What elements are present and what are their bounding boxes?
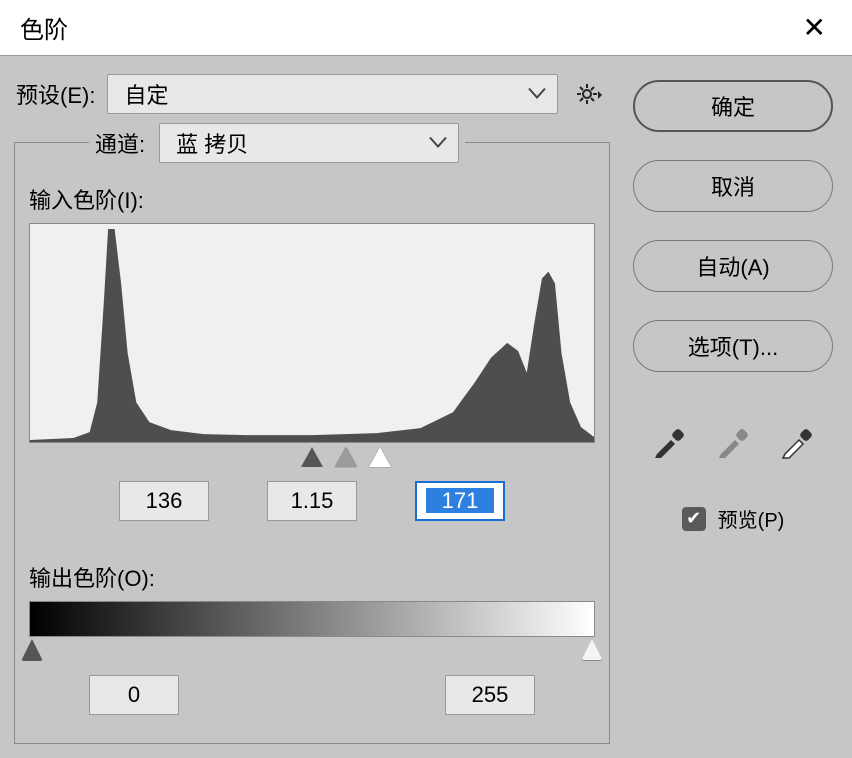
output-black-field[interactable] (89, 675, 179, 715)
preview-checkbox[interactable]: ✔ (682, 507, 706, 531)
titlebar: 色阶 ✕ (0, 0, 852, 56)
preset-select[interactable]: 自定 (107, 74, 558, 114)
output-black-slider[interactable] (21, 639, 43, 661)
output-gradient (29, 601, 595, 637)
output-levels-label: 输出色阶(O): (29, 561, 595, 593)
close-icon[interactable]: ✕ (797, 11, 832, 44)
preset-value: 自定 (124, 78, 168, 110)
ok-button[interactable]: 确定 (633, 80, 833, 132)
input-black-slider[interactable] (301, 447, 323, 467)
gear-icon (576, 82, 604, 106)
input-white-slider[interactable] (369, 447, 391, 467)
eyedropper-white-icon[interactable] (779, 424, 815, 466)
options-button[interactable]: 选项(T)... (633, 320, 833, 372)
dialog-title: 色阶 (20, 10, 68, 45)
input-black-field[interactable] (119, 481, 209, 521)
preset-label: 预设(E): (14, 78, 95, 110)
histogram (29, 223, 595, 443)
input-gamma-field[interactable] (267, 481, 357, 521)
preset-settings-button[interactable] (570, 82, 610, 106)
channel-select[interactable]: 蓝 拷贝 (159, 123, 459, 163)
input-white-field[interactable] (415, 481, 505, 521)
channel-label: 通道: (95, 127, 145, 159)
auto-button[interactable]: 自动(A) (633, 240, 833, 292)
output-white-slider[interactable] (581, 639, 603, 661)
input-gamma-slider[interactable] (335, 447, 357, 467)
output-white-field[interactable] (445, 675, 535, 715)
preview-label: 预览(P) (718, 504, 785, 533)
eyedropper-gray-icon[interactable] (715, 424, 751, 466)
channel-value: 蓝 拷贝 (176, 127, 248, 159)
eyedropper-black-icon[interactable] (651, 424, 687, 466)
eyedropper-group (651, 424, 815, 466)
cancel-button[interactable]: 取消 (633, 160, 833, 212)
output-slider-track[interactable] (29, 639, 595, 665)
input-slider-track[interactable] (29, 445, 595, 471)
input-levels-label: 输入色阶(I): (29, 183, 595, 215)
